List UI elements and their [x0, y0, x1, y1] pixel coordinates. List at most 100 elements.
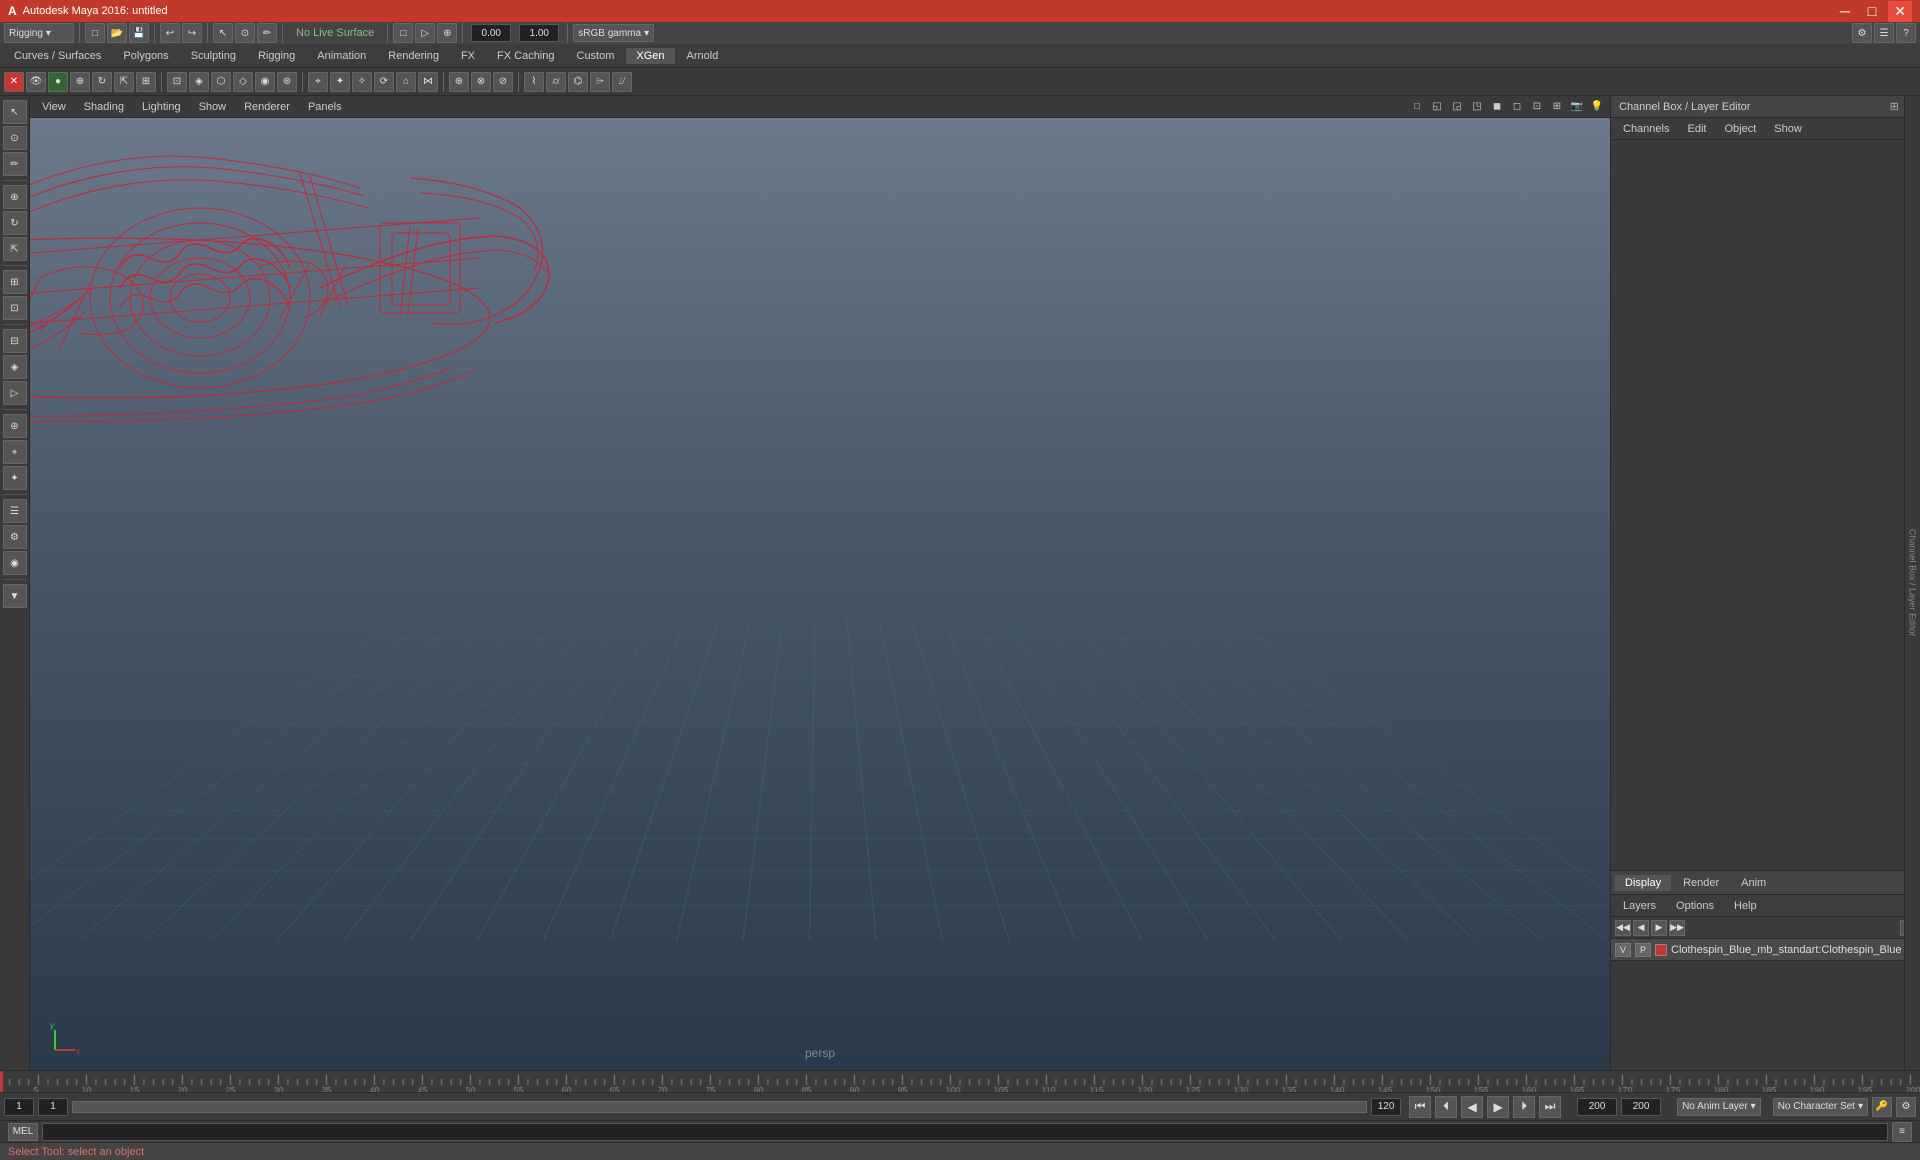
- sidebar-scale[interactable]: ⇱: [3, 237, 27, 261]
- icon-tool9[interactable]: ✦: [330, 72, 350, 92]
- layer-playback-btn[interactable]: P: [1635, 943, 1651, 957]
- redo-btn[interactable]: ↪: [182, 23, 202, 43]
- layer-prev[interactable]: ◀: [1633, 920, 1649, 936]
- vp-icon-6[interactable]: ◻: [1508, 98, 1526, 116]
- range-end-input[interactable]: [1621, 1098, 1661, 1116]
- vp-icon-1[interactable]: □: [1408, 98, 1426, 116]
- layer-next[interactable]: ▶: [1651, 920, 1667, 936]
- icon-rotate[interactable]: ↻: [92, 72, 112, 92]
- command-input[interactable]: [42, 1123, 1888, 1141]
- menu-fx-caching[interactable]: FX Caching: [487, 48, 564, 64]
- minimize-button[interactable]: ─: [1834, 1, 1856, 21]
- settings-btn[interactable]: ⚙: [1852, 23, 1872, 43]
- vp-icon-7[interactable]: ⊡: [1528, 98, 1546, 116]
- sidebar-bottom[interactable]: ▼: [3, 584, 27, 608]
- select-btn[interactable]: ↖: [213, 23, 233, 43]
- icon-snap3[interactable]: ⌬: [568, 72, 588, 92]
- gamma-dropdown[interactable]: sRGB gamma ▾: [573, 24, 654, 42]
- prev-frame-btn[interactable]: ⏴: [1435, 1096, 1457, 1118]
- icon-tool6[interactable]: ◉: [255, 72, 275, 92]
- icon-tool16[interactable]: ⊘: [493, 72, 513, 92]
- anim-layer-dropdown[interactable]: No Anim Layer ▾: [1677, 1098, 1761, 1116]
- menu-xgen[interactable]: XGen: [626, 48, 674, 64]
- icon-tool7[interactable]: ⊛: [277, 72, 297, 92]
- icon-tool12[interactable]: ⌂: [396, 72, 416, 92]
- view-menu[interactable]: View: [34, 99, 74, 115]
- sidebar-attr[interactable]: ⚙: [3, 525, 27, 549]
- menu-sculpting[interactable]: Sculpting: [181, 48, 246, 64]
- script-label[interactable]: MEL: [8, 1123, 38, 1141]
- layer-row-clothespin[interactable]: V P Clothespin_Blue_mb_standart:Clothesp…: [1611, 939, 1920, 961]
- current-frame-input[interactable]: [4, 1098, 34, 1116]
- sidebar-move[interactable]: ⊕: [3, 185, 27, 209]
- skip-forward-btn[interactable]: ⏭: [1539, 1096, 1561, 1118]
- panels-menu[interactable]: Panels: [300, 99, 350, 115]
- icon-tool13[interactable]: ⋈: [418, 72, 438, 92]
- layer-skip-back[interactable]: ◀◀: [1615, 920, 1631, 936]
- layer-tab-render[interactable]: Render: [1673, 875, 1729, 891]
- tab-object[interactable]: Object: [1716, 121, 1764, 137]
- layer-subtab-layers[interactable]: Layers: [1615, 899, 1664, 913]
- lasso-btn[interactable]: ⊙: [235, 23, 255, 43]
- render3-btn[interactable]: ⊕: [437, 23, 457, 43]
- menu-rigging[interactable]: Rigging: [248, 48, 305, 64]
- help-btn[interactable]: ?: [1896, 23, 1916, 43]
- menu-fx[interactable]: FX: [451, 48, 485, 64]
- expand-btn[interactable]: ≡: [1892, 1122, 1912, 1142]
- icon-tool14[interactable]: ⊕: [449, 72, 469, 92]
- icon-snap2[interactable]: ⌭: [546, 72, 566, 92]
- sidebar-history[interactable]: ⊞: [3, 270, 27, 294]
- start-frame-input[interactable]: [38, 1098, 68, 1116]
- icon-snap4[interactable]: ⌲: [590, 72, 610, 92]
- value2-input[interactable]: [519, 24, 559, 42]
- ui-btn[interactable]: ☰: [1874, 23, 1894, 43]
- icon-tool1[interactable]: ⊞: [136, 72, 156, 92]
- viewport-3d[interactable]: persp x y: [30, 118, 1610, 1070]
- icon-eye[interactable]: 👁: [26, 72, 46, 92]
- menu-curves-surfaces[interactable]: Curves / Surfaces: [4, 48, 111, 64]
- sidebar-lasso[interactable]: ⊙: [3, 126, 27, 150]
- play-back-btn[interactable]: ◀: [1461, 1096, 1483, 1118]
- sidebar-outliner[interactable]: ◉: [3, 551, 27, 575]
- icon-tool11[interactable]: ⟳: [374, 72, 394, 92]
- sidebar-snap[interactable]: ⊡: [3, 296, 27, 320]
- icon-tool2[interactable]: ⊡: [167, 72, 187, 92]
- layer-subtab-options[interactable]: Options: [1668, 899, 1722, 913]
- sidebar-display[interactable]: ◈: [3, 355, 27, 379]
- sidebar-rotate[interactable]: ↻: [3, 211, 27, 235]
- value1-input[interactable]: [471, 24, 511, 42]
- play-btn[interactable]: ▶: [1487, 1096, 1509, 1118]
- layer-visible-btn[interactable]: V: [1615, 943, 1631, 957]
- skip-back-btn[interactable]: ⏮: [1409, 1096, 1431, 1118]
- sidebar-paint[interactable]: ✏: [3, 152, 27, 176]
- icon-tool3[interactable]: ◈: [189, 72, 209, 92]
- end-frame-input[interactable]: [1371, 1098, 1401, 1116]
- paint-btn[interactable]: ✏: [257, 23, 277, 43]
- icon-select[interactable]: ✕: [4, 72, 24, 92]
- menu-arnold[interactable]: Arnold: [677, 48, 729, 64]
- sidebar-grid[interactable]: ⊟: [3, 329, 27, 353]
- vp-icon-camera[interactable]: 📷: [1568, 98, 1586, 116]
- next-frame-btn[interactable]: ⏵: [1513, 1096, 1535, 1118]
- char-set-key-btn[interactable]: 🔑: [1872, 1097, 1892, 1117]
- vp-icon-2[interactable]: ◱: [1428, 98, 1446, 116]
- open-btn[interactable]: 📂: [107, 23, 127, 43]
- mode-dropdown[interactable]: Rigging ▾: [4, 23, 74, 43]
- render-btn[interactable]: □: [393, 23, 413, 43]
- icon-scale[interactable]: ⇱: [114, 72, 134, 92]
- sidebar-select[interactable]: ↖: [3, 100, 27, 124]
- sidebar-layers[interactable]: ☰: [3, 499, 27, 523]
- sidebar-tool2[interactable]: ⌖: [3, 440, 27, 464]
- icon-paint2[interactable]: ●: [48, 72, 68, 92]
- sidebar-tool3[interactable]: ✦: [3, 466, 27, 490]
- icon-tool15[interactable]: ⊗: [471, 72, 491, 92]
- tab-show[interactable]: Show: [1766, 121, 1810, 137]
- char-set-dropdown[interactable]: No Character Set ▾: [1773, 1098, 1868, 1116]
- lighting-menu[interactable]: Lighting: [134, 99, 189, 115]
- vp-icon-5[interactable]: ◼: [1488, 98, 1506, 116]
- undo-btn[interactable]: ↩: [160, 23, 180, 43]
- vp-icon-3[interactable]: ◲: [1448, 98, 1466, 116]
- render2-btn[interactable]: ▷: [415, 23, 435, 43]
- save-btn[interactable]: 💾: [129, 23, 149, 43]
- layer-tab-anim[interactable]: Anim: [1731, 875, 1776, 891]
